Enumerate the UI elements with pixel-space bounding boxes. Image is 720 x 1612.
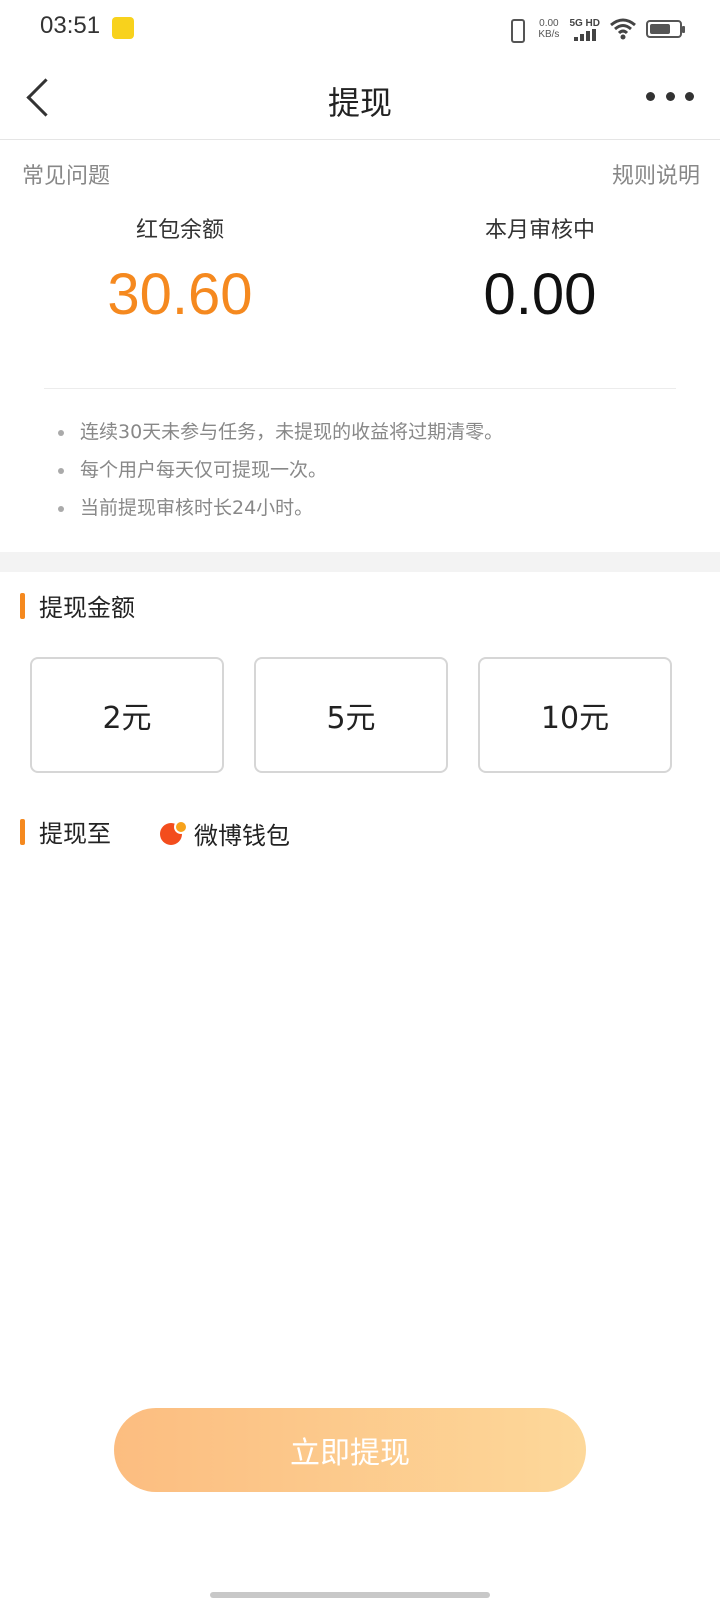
- status-icons: 0.00 KB/s 5G HD: [504, 14, 685, 44]
- more-button[interactable]: [646, 82, 694, 110]
- notes-list: 连续30天未参与任务，未提现的收益将过期清零。 每个用户每天仅可提现一次。 当前…: [58, 418, 503, 532]
- network-type: 5G HD: [569, 17, 600, 29]
- withdraw-now-button[interactable]: 立即提现: [114, 1408, 586, 1492]
- status-time: 03:51: [40, 12, 101, 39]
- dot: [685, 91, 694, 101]
- weibo-wallet-icon: [160, 819, 188, 847]
- nav-bar: 提现: [0, 56, 720, 140]
- amount-option-5[interactable]: 5元: [254, 657, 448, 773]
- red-packet-value: 30.60: [107, 262, 253, 327]
- destination-label: 微博钱包: [194, 822, 290, 850]
- signal-icon: 5G HD: [569, 18, 600, 41]
- amount-option-2[interactable]: 2元: [30, 657, 224, 773]
- withdraw-to-heading: 提现至: [20, 814, 111, 849]
- dot: [665, 91, 675, 101]
- note-item: 每个用户每天仅可提现一次。: [58, 456, 503, 494]
- note-item: 当前提现审核时长24小时。: [58, 494, 503, 532]
- withdraw-destination[interactable]: 微博钱包: [160, 816, 290, 851]
- amount-option-10[interactable]: 10元: [478, 657, 672, 773]
- accent-bar: [20, 818, 25, 845]
- divider: [44, 388, 676, 389]
- red-packet-balance: 红包余额 30.60: [0, 212, 360, 328]
- section-separator: [0, 552, 720, 572]
- pending-balance: 本月审核中 0.00: [360, 212, 720, 328]
- net-speed-unit: KB/s: [538, 29, 560, 40]
- pending-value: 0.00: [483, 262, 597, 327]
- vibrate-icon: [504, 17, 528, 43]
- status-bar: 03:51 0.00 KB/s 5G HD: [0, 0, 720, 56]
- wifi-icon: [610, 18, 636, 40]
- app-notification-icon: [112, 17, 134, 39]
- rules-link[interactable]: 规则说明: [612, 158, 700, 190]
- net-speed: 0.00 KB/s: [538, 18, 559, 40]
- red-packet-label: 红包余额: [135, 218, 224, 243]
- withdraw-amount-heading: 提现金额: [20, 588, 135, 623]
- accent-bar: [20, 592, 25, 619]
- note-item: 连续30天未参与任务，未提现的收益将过期清零。: [58, 418, 503, 456]
- home-indicator[interactable]: [210, 1592, 490, 1598]
- net-speed-value: 0.00: [539, 18, 559, 29]
- withdraw-amount-title: 提现金额: [39, 594, 135, 622]
- page-title: 提现: [327, 84, 392, 122]
- amount-options: 2元 5元 10元: [30, 657, 672, 773]
- faq-link[interactable]: 常见问题: [22, 158, 110, 190]
- battery-icon: [646, 20, 685, 38]
- dot: [646, 91, 655, 101]
- pending-label: 本月审核中: [484, 218, 595, 243]
- withdraw-to-title: 提现至: [39, 820, 111, 848]
